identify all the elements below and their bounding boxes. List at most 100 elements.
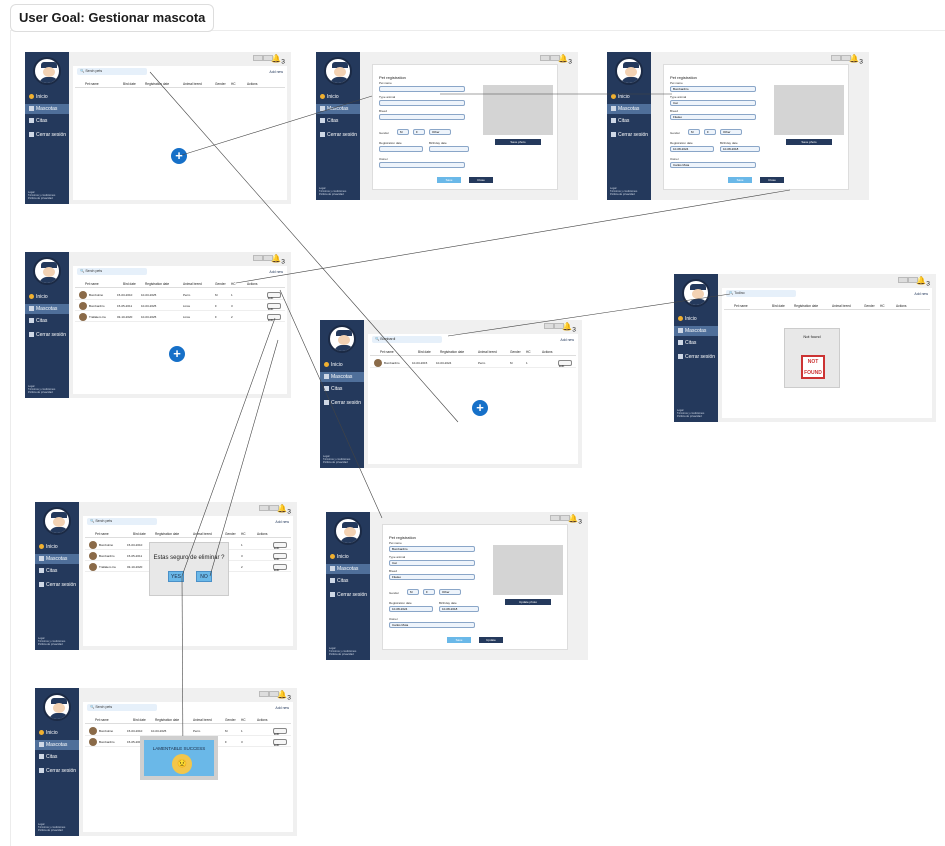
bell-icon[interactable]: 🔔3 xyxy=(271,254,285,266)
search-input[interactable]: 🔍 Serch pets xyxy=(77,268,147,275)
sidebar-item-inicio[interactable]: Inicio xyxy=(25,292,69,302)
sidebar-item-citas[interactable]: Citas xyxy=(35,566,79,576)
add-new-link[interactable]: Add new xyxy=(275,520,289,524)
sidebar-item-mascotas[interactable]: Mascotas xyxy=(25,304,69,314)
sidebar-item-cerrar[interactable]: Cerrar sesión xyxy=(35,580,79,590)
add-pet-button[interactable]: + xyxy=(169,346,185,362)
close-button[interactable]: Close xyxy=(469,177,493,183)
window-button-min[interactable] xyxy=(259,691,269,697)
reg-date-input[interactable]: 10-08-2024 xyxy=(670,146,714,152)
field-input[interactable] xyxy=(379,114,465,120)
sidebar-item-inicio[interactable]: Inicio xyxy=(35,728,79,738)
save-button[interactable]: Save xyxy=(728,177,752,183)
edit-button[interactable]: Edit xyxy=(273,728,287,736)
field-input[interactable]: Bombardiro xyxy=(670,86,756,92)
sidebar-item-mascotas[interactable]: Mascotas xyxy=(607,104,651,114)
sidebar-item-cerrar[interactable]: Cerrar sesión xyxy=(25,330,69,340)
gender-option[interactable]: M xyxy=(407,589,419,595)
sidebar-item-citas[interactable]: Citas xyxy=(25,116,69,126)
save-button[interactable]: Save xyxy=(447,637,471,643)
yes-button[interactable]: YES xyxy=(168,571,184,582)
no-button[interactable]: NO xyxy=(196,571,212,582)
legal-privacy[interactable]: Política de privacidad xyxy=(323,461,350,464)
update-button[interactable]: Update xyxy=(479,637,503,643)
sidebar-item-inicio[interactable]: Inicio xyxy=(320,360,364,370)
sidebar-item-mascotas[interactable]: Mascotas xyxy=(25,104,69,114)
bell-icon[interactable]: 🔔3 xyxy=(277,504,291,516)
sidebar-item-cerrar[interactable]: Cerrar sesión xyxy=(25,130,69,140)
bell-icon[interactable]: 🔔3 xyxy=(568,514,582,526)
sidebar-item-inicio[interactable]: Inicio xyxy=(25,92,69,102)
bell-icon[interactable]: 🔔3 xyxy=(849,54,863,66)
bell-icon[interactable]: 🔔3 xyxy=(562,322,576,334)
edit-button[interactable]: Edit xyxy=(558,360,572,368)
birth-date-input[interactable]: 10-08-2018 xyxy=(720,146,760,152)
sidebar-item-mascotas[interactable]: Mascotas xyxy=(674,326,718,336)
sidebar-item-citas[interactable]: Citas xyxy=(320,384,364,394)
legal-privacy[interactable]: Política de privacidad xyxy=(28,391,55,394)
window-button-min[interactable] xyxy=(831,55,841,61)
field-input[interactable]: Cat xyxy=(389,560,475,566)
gender-option[interactable]: Other xyxy=(720,129,742,135)
search-input[interactable]: 🔍 Serch pets xyxy=(87,704,157,711)
edit-button[interactable]: Edit xyxy=(273,542,287,550)
gender-option[interactable]: F xyxy=(423,589,435,595)
sidebar-item-cerrar[interactable]: Cerrar sesión xyxy=(320,398,364,408)
gender-option[interactable]: Other xyxy=(439,589,461,595)
table-row[interactable]: Bombardiro 10-03-2015 10-03-2024 Perro M 1 Edi… xyxy=(370,358,576,368)
sidebar-item-mascotas[interactable]: Mascotas xyxy=(35,554,79,564)
sidebar-item-citas[interactable]: Citas xyxy=(25,316,69,326)
sidebar-item-cerrar[interactable]: Cerrar sesión xyxy=(674,352,718,362)
sidebar-item-citas[interactable]: Citas xyxy=(326,576,370,586)
sidebar-item-citas[interactable]: Citas xyxy=(607,116,651,126)
sidebar-item-mascotas[interactable]: Mascotas xyxy=(316,104,360,114)
add-new-link[interactable]: Add new xyxy=(914,292,928,296)
birth-date-input[interactable]: 10-08-2018 xyxy=(439,606,479,612)
sidebar-item-inicio[interactable]: Inicio xyxy=(316,92,360,102)
owner-input[interactable] xyxy=(379,162,465,168)
sidebar-item-mascotas[interactable]: Mascotas xyxy=(35,740,79,750)
bell-icon[interactable]: 🔔3 xyxy=(271,54,285,66)
sidebar-item-cerrar[interactable]: Cerrar sesión xyxy=(316,130,360,140)
field-input[interactable]: Cat xyxy=(670,100,756,106)
sidebar-item-citas[interactable]: Citas xyxy=(674,338,718,348)
window-button-min[interactable] xyxy=(259,505,269,511)
field-input[interactable]: Bombardiro xyxy=(389,546,475,552)
window-button-min[interactable] xyxy=(898,277,908,283)
sidebar-item-inicio[interactable]: Inicio xyxy=(674,314,718,324)
sidebar-item-cerrar[interactable]: Cerrar sesión xyxy=(35,766,79,776)
search-input[interactable]: 🔍 Serch pets xyxy=(77,68,147,75)
window-button-min[interactable] xyxy=(253,255,263,261)
table-row[interactable]: Bombolino 15-03-2010 10-03-2025 Perro M 1 Edit xyxy=(85,726,291,736)
sidebar-item-inicio[interactable]: Inicio xyxy=(35,542,79,552)
add-pet-button[interactable]: + xyxy=(171,148,187,164)
legal-privacy[interactable]: Política de privacidad xyxy=(677,415,704,418)
gender-option[interactable]: Other xyxy=(429,129,451,135)
gender-option[interactable]: F xyxy=(704,129,716,135)
owner-input[interactable]: Carlos Mota xyxy=(389,622,475,628)
birth-date-input[interactable] xyxy=(429,146,469,152)
sidebar-item-cerrar[interactable]: Cerrar sesión xyxy=(607,130,651,140)
table-row[interactable]: Trallalero tra 03-10-2020 10-03-2025 Lince F… xyxy=(75,312,285,322)
table-row[interactable]: Bombolino 15-03-2010 10-03-2025 Perro M 1 Edit xyxy=(75,290,285,300)
search-input[interactable]: 🔍 Serch pets xyxy=(87,518,157,525)
window-button-min[interactable] xyxy=(540,55,550,61)
field-input[interactable] xyxy=(379,86,465,92)
edit-button[interactable]: Edit xyxy=(273,553,287,561)
table-row[interactable]: Bombardiro 15-05-2011 10-03-2025 Lince F 3 Edi… xyxy=(75,301,285,311)
photo-button[interactable]: Save photo xyxy=(495,139,541,145)
reg-date-input[interactable]: 10-08-2024 xyxy=(389,606,433,612)
field-input[interactable]: Fiteleo xyxy=(389,574,475,580)
legal-privacy[interactable]: Política de privacidad xyxy=(610,193,637,196)
gender-option[interactable]: F xyxy=(413,129,425,135)
sidebar-item-citas[interactable]: Citas xyxy=(316,116,360,126)
bell-icon[interactable]: 🔔3 xyxy=(558,54,572,66)
bell-icon[interactable]: 🔔3 xyxy=(277,690,291,702)
add-new-link[interactable]: Add new xyxy=(269,270,283,274)
save-button[interactable]: Save xyxy=(437,177,461,183)
sidebar-item-citas[interactable]: Citas xyxy=(35,752,79,762)
photo-button[interactable]: Save photo xyxy=(786,139,832,145)
photo-button[interactable]: Update photo xyxy=(505,599,551,605)
search-input[interactable]: 🔍 Bombardi xyxy=(372,336,442,343)
edit-button[interactable]: Edit xyxy=(267,303,281,311)
